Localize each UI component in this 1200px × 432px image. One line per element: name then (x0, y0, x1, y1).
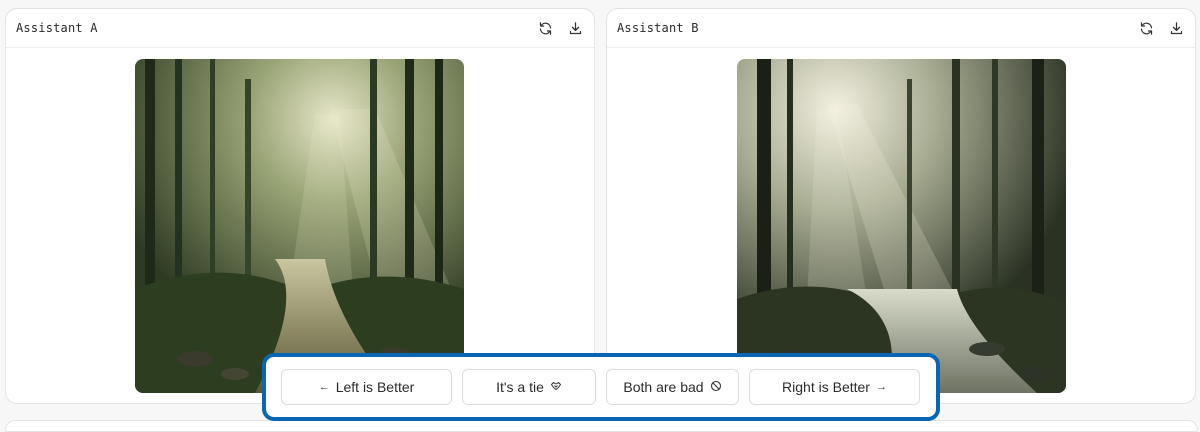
download-icon[interactable] (566, 19, 584, 37)
both-are-bad-button[interactable]: Both are bad (606, 369, 739, 405)
generated-image (737, 59, 1066, 393)
panel-header: Assistant A (6, 9, 594, 48)
arrow-left-icon: ← (318, 380, 330, 393)
panel-title: Assistant B (617, 21, 699, 35)
left-is-better-label: Left is Better (335, 379, 415, 395)
panel-title: Assistant A (16, 21, 98, 35)
both-are-bad-label: Both are bad (623, 379, 704, 395)
left-is-better-button[interactable]: ← Left is Better (281, 369, 452, 405)
panel-actions (536, 19, 584, 37)
panel-actions (1137, 19, 1185, 37)
bottom-panel-edge (5, 420, 1198, 432)
right-is-better-button[interactable]: Right is Better → (749, 369, 920, 405)
generated-image (135, 59, 464, 393)
handshake-icon (550, 379, 562, 395)
assistant-a-panel: Assistant A (5, 8, 595, 404)
right-is-better-label: Right is Better (782, 379, 870, 395)
tie-label: It's a tie (496, 379, 544, 395)
tie-button[interactable]: It's a tie (462, 369, 596, 405)
panel-header: Assistant B (607, 9, 1195, 48)
refresh-icon[interactable] (1137, 19, 1155, 37)
assistant-b-panel: Assistant B (606, 8, 1196, 404)
arrow-right-icon: → (875, 380, 887, 393)
refresh-icon[interactable] (536, 19, 554, 37)
prohibited-icon (710, 379, 722, 395)
download-icon[interactable] (1167, 19, 1185, 37)
vote-bar: ← Left is Better It's a tie Both are bad… (262, 353, 940, 421)
